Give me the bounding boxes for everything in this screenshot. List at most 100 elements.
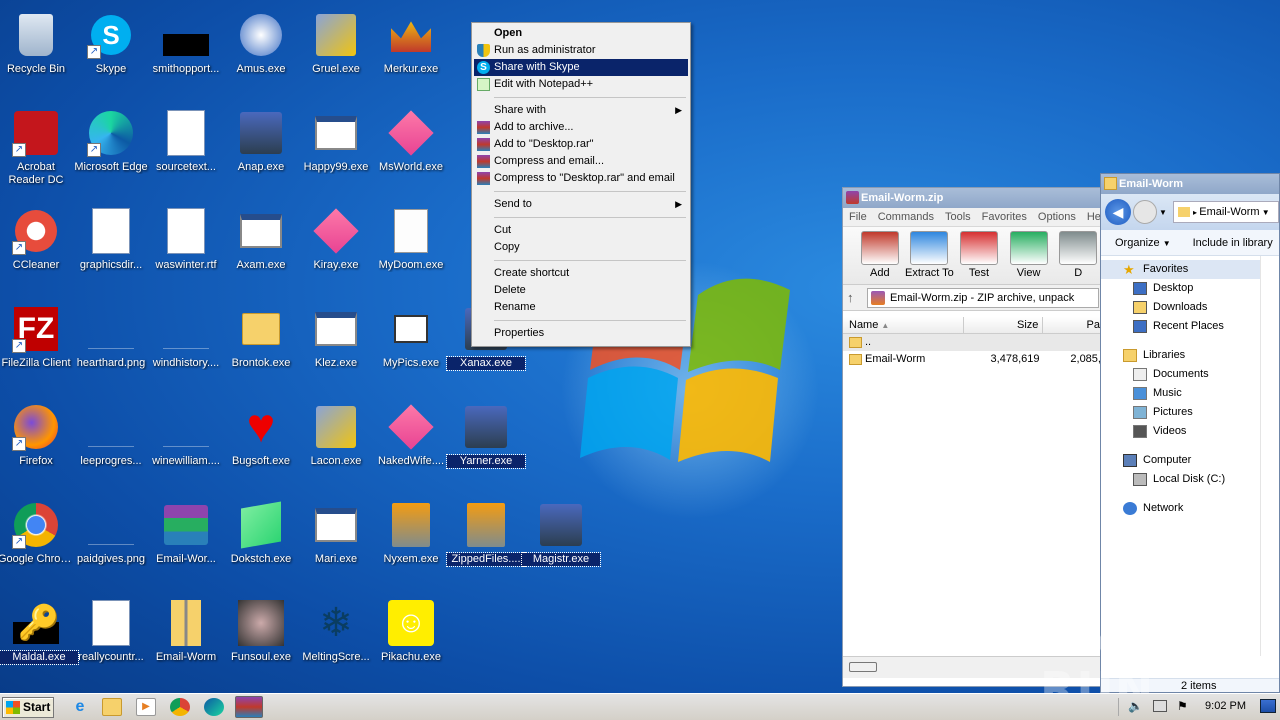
desktop-icon-msworld-exe[interactable]: MsWorld.exe [372,103,450,195]
menu-item-copy[interactable]: Copy [474,239,688,256]
menu-item-delete[interactable]: Delete [474,282,688,299]
desktop-icon-bugsoft-exe[interactable]: ♥ Bugsoft.exe [222,397,300,489]
internet-explorer-icon[interactable]: e [70,698,90,716]
clock[interactable]: 9:02 PM [1205,700,1246,712]
desktop-icon-kiray-exe[interactable]: Kiray.exe [297,201,375,293]
desktop-icon-sourcetext[interactable]: sourcetext... [147,103,225,195]
winrar-path-field[interactable]: Email-Worm.zip - ZIP archive, unpack [867,287,1099,308]
desktop-icon-acrobat-reader-dc[interactable]: ↗ Acrobat Reader DC [0,103,75,195]
explorer-path-field[interactable]: ▸ Email-Worm ▼ [1172,201,1279,223]
desktop-icon-meltingscre[interactable]: ❄ MeltingScre... [297,593,375,685]
menu-item-compress-to-desktop-rar-and-email[interactable]: Compress to "Desktop.rar" and email [474,170,688,187]
desktop-icon-email-worm[interactable]: Email-Worm [147,593,225,685]
winrar-menu-commands[interactable]: Commands [878,211,934,223]
desktop-icon-pikachu-exe[interactable]: ☺ Pikachu.exe [372,593,450,685]
desktop-icon-ccleaner[interactable]: ↗ CCleaner [0,201,75,293]
nav-item-libraries-0[interactable]: Documents [1101,365,1260,384]
menu-item-share-with-skype[interactable]: S Share with Skype [474,59,688,76]
media-player-icon[interactable]: ▶ [136,698,156,716]
nav-item-libraries_header[interactable]: Libraries [1101,346,1260,365]
desktop-icon-zippedfiles[interactable]: ZippedFiles.... [446,495,526,587]
desktop-icon-mari-exe[interactable]: Mari.exe [297,495,375,587]
table-row[interactable]: Email-Worm 3,478,619 2,085, [843,351,1103,368]
table-row[interactable]: .. [843,334,1103,351]
nav-item-favorites-0[interactable]: Desktop [1101,279,1260,298]
volume-icon[interactable]: 🔈 [1128,699,1143,713]
network-icon[interactable] [1153,700,1167,712]
desktop-icon-nyxem-exe[interactable]: Nyxem.exe [372,495,450,587]
desktop-icon-skype[interactable]: S ↗ Skype [72,5,150,97]
winrar-menu-options[interactable]: Options [1038,211,1076,223]
nav-item-network[interactable]: Network [1101,499,1260,518]
menu-item-compress-and-email[interactable]: Compress and email... [474,153,688,170]
desktop-icon-magistr-exe[interactable]: Magistr.exe [521,495,601,587]
desktop-icon-anap-exe[interactable]: Anap.exe [222,103,300,195]
explorer-titlebar[interactable]: Email-Worm [1101,174,1279,194]
desktop-icon-funsoul-exe[interactable]: Funsoul.exe [222,593,300,685]
desktop-icon-maldal-exe[interactable]: 🔑 Maldal.exe [0,593,79,685]
desktop-icon-smithopport[interactable]: smithopport... [147,5,225,97]
desktop-icon-recycle-bin[interactable]: Recycle Bin [0,5,75,97]
desktop-icon-hearthard-png[interactable]: hearthard.png [72,299,150,391]
winrar-tool-view[interactable]: View [1004,231,1054,284]
start-button[interactable]: Start [2,697,54,718]
menu-item-rename[interactable]: Rename [474,299,688,316]
nav-item-libraries-2[interactable]: Pictures [1101,403,1260,422]
nav-item-computer-0[interactable]: Local Disk (C:) [1101,470,1260,489]
desktop-icon-merkur-exe[interactable]: Merkur.exe [372,5,450,97]
desktop-icon-axam-exe[interactable]: Axam.exe [222,201,300,293]
winrar-menu-favorites[interactable]: Favorites [982,211,1027,223]
back-button[interactable]: ◀ [1105,199,1131,225]
menu-item-create-shortcut[interactable]: Create shortcut [474,265,688,282]
nav-item-favorites-1[interactable]: Downloads [1101,298,1260,317]
menu-item-send-to[interactable]: Send to ▶ [474,196,688,213]
winrar-tool-d[interactable]: D [1053,231,1103,284]
desktop-icon-mypics-exe[interactable]: MyPics.exe [372,299,450,391]
desktop-icon-amus-exe[interactable]: Amus.exe [222,5,300,97]
desktop-icon-microsoft-edge[interactable]: ↗ Microsoft Edge [72,103,150,195]
desktop-icon-email-wor[interactable]: Email-Wor... [147,495,225,587]
column-name[interactable]: Name ▲ [843,317,965,333]
winrar-tool-test[interactable]: Test [954,231,1004,284]
desktop-icon-firefox[interactable]: ↗ Firefox [0,397,75,489]
desktop-icon-windhistory[interactable]: windhistory.... [147,299,225,391]
nav-item-computer_header[interactable]: Computer [1101,451,1260,470]
column-packed[interactable]: Pa [1043,317,1103,333]
desktop-icon-google-chrome[interactable]: ↗ Google Chrome [0,495,75,587]
desktop-icon-reallycountr[interactable]: reallycountr... [72,593,150,685]
edge-icon[interactable] [204,698,224,716]
menu-item-open[interactable]: Open [474,25,688,42]
column-size[interactable]: Size [964,317,1044,333]
chevron-down-icon[interactable]: ▼ [1159,208,1167,217]
desktop-icon-nakedwife[interactable]: NakedWife.... [372,397,450,489]
winrar-tool-extract-to[interactable]: Extract To [905,231,955,284]
menu-item-add-to-desktop-rar[interactable]: Add to "Desktop.rar" [474,136,688,153]
chrome-icon[interactable] [170,698,190,716]
winrar-menu-tools[interactable]: Tools [945,211,971,223]
desktop-icon-brontok-exe[interactable]: Brontok.exe [222,299,300,391]
winrar-tool-add[interactable]: Add [855,231,905,284]
winrar-titlebar[interactable]: Email-Worm.zip [843,188,1103,208]
file-explorer-icon[interactable] [102,698,122,716]
flag-icon[interactable]: ⚑ [1177,699,1188,713]
winrar-menu-file[interactable]: File [849,211,867,223]
include-in-library-button[interactable]: Include in library [1193,237,1273,249]
desktop-icon-happy99-exe[interactable]: Happy99.exe [297,103,375,195]
desktop-icon-filezilla-client[interactable]: FZ ↗ FileZilla Client [0,299,75,391]
show-desktop-button[interactable] [1260,699,1276,713]
menu-item-share-with[interactable]: Share with ▶ [474,102,688,119]
desktop-icon-lacon-exe[interactable]: Lacon.exe [297,397,375,489]
desktop-icon-paidgives-png[interactable]: paidgives.png [72,495,150,587]
desktop-icon-dokstch-exe[interactable]: Dokstch.exe [222,495,300,587]
menu-item-add-to-archive[interactable]: Add to archive... [474,119,688,136]
nav-item-libraries-3[interactable]: Videos [1101,422,1260,441]
desktop-icon-mydoom-exe[interactable]: MyDoom.exe [372,201,450,293]
desktop-icon-yarner-exe[interactable]: Yarner.exe [446,397,526,489]
organize-button[interactable]: Organize ▼ [1115,237,1171,249]
desktop-icon-leeprogres[interactable]: leeprogres... [72,397,150,489]
menu-item-properties[interactable]: Properties [474,325,688,342]
menu-item-cut[interactable]: Cut [474,222,688,239]
nav-item-favorites_header[interactable]: ★ Favorites [1101,260,1260,279]
nav-item-favorites-2[interactable]: Recent Places [1101,317,1260,336]
menu-item-run-as-administrator[interactable]: Run as administrator [474,42,688,59]
